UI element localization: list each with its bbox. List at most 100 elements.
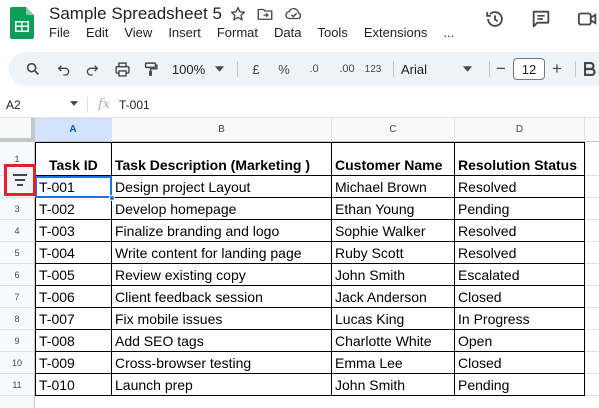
column-header-d[interactable]: D — [455, 118, 585, 142]
version-history-icon[interactable] — [484, 8, 506, 30]
empty-cell[interactable] — [585, 330, 599, 352]
name-box[interactable]: A2 — [6, 98, 21, 112]
zoom-select[interactable]: 100% — [169, 52, 227, 86]
row-header-8[interactable]: 8 — [0, 308, 35, 330]
menu-extensions[interactable]: Extensions — [364, 25, 428, 40]
table-cell[interactable]: Lucas King — [332, 308, 455, 330]
menu-tools[interactable]: Tools — [317, 25, 347, 40]
table-cell[interactable]: Resolved — [455, 220, 585, 242]
table-cell[interactable]: Sophie Walker — [332, 220, 455, 242]
table-cell[interactable]: Client feedback session — [112, 286, 332, 308]
table-cell[interactable]: T-003 — [35, 220, 112, 242]
table-cell[interactable]: Open — [455, 330, 585, 352]
table-cell[interactable]: Closed — [455, 286, 585, 308]
menu-data[interactable]: Data — [274, 25, 301, 40]
empty-cell[interactable] — [585, 286, 599, 308]
table-cell[interactable]: Design project Layout — [112, 176, 332, 198]
table-cell[interactable]: T-006 — [35, 286, 112, 308]
paint-format-icon[interactable] — [139, 52, 161, 86]
row-header-12[interactable] — [0, 396, 35, 408]
empty-cell[interactable] — [585, 242, 599, 264]
cloud-status-icon[interactable] — [284, 5, 302, 23]
row-header-5[interactable]: 5 — [0, 242, 35, 264]
row-header-11[interactable]: 11 — [0, 374, 35, 396]
select-all-corner[interactable] — [0, 118, 35, 142]
empty-cell[interactable] — [585, 198, 599, 220]
table-cell[interactable]: Fix mobile issues — [112, 308, 332, 330]
table-cell[interactable]: Escalated — [455, 264, 585, 286]
row-header-9[interactable]: 9 — [0, 330, 35, 352]
table-cell[interactable]: T-005 — [35, 264, 112, 286]
empty-cell[interactable] — [585, 142, 599, 176]
row-header-3[interactable]: 3 — [0, 198, 35, 220]
menu-insert[interactable]: Insert — [168, 25, 201, 40]
comments-icon[interactable] — [530, 8, 552, 30]
decrease-decimal-button[interactable]: .0 — [302, 52, 326, 86]
table-cell[interactable]: Develop homepage — [112, 198, 332, 220]
row-header-4[interactable]: 4 — [0, 220, 35, 242]
header-cell[interactable]: Resolution Status — [455, 142, 585, 176]
table-cell[interactable]: T-008 — [35, 330, 112, 352]
bold-icon[interactable] — [581, 52, 599, 86]
percent-format-button[interactable]: % — [274, 52, 294, 86]
table-cell[interactable]: Finalize branding and logo — [112, 220, 332, 242]
table-cell[interactable]: Add SEO tags — [112, 330, 332, 352]
empty-cell[interactable] — [585, 352, 599, 374]
empty-cell[interactable] — [585, 176, 599, 198]
move-folder-icon[interactable] — [256, 5, 274, 23]
menu-format[interactable]: Format — [217, 25, 258, 40]
table-cell[interactable]: Pending — [455, 374, 585, 396]
currency-format-button[interactable]: £ — [247, 52, 265, 86]
column-header-b[interactable]: B — [112, 118, 332, 142]
print-icon[interactable] — [111, 52, 133, 86]
name-box-chevron-down-icon[interactable] — [70, 101, 78, 106]
column-header-e[interactable] — [585, 118, 599, 142]
row-header-6[interactable]: 6 — [0, 264, 35, 286]
table-cell[interactable]: In Progress — [455, 308, 585, 330]
star-icon[interactable] — [229, 5, 247, 23]
table-cell[interactable]: Pending — [455, 198, 585, 220]
font-select[interactable]: Arial — [401, 52, 483, 86]
table-cell[interactable]: Charlotte White — [332, 330, 455, 352]
header-cell[interactable]: Task Description (Marketing ) — [112, 142, 332, 176]
menu-file[interactable]: File — [49, 25, 70, 40]
number-format-button[interactable]: 123 — [361, 52, 385, 86]
empty-cell[interactable] — [585, 308, 599, 330]
table-cell[interactable]: John Smith — [332, 264, 455, 286]
increase-decimal-button[interactable]: .00 — [333, 52, 361, 86]
header-cell[interactable]: Task ID — [35, 142, 112, 176]
redo-icon[interactable] — [82, 52, 102, 86]
table-cell[interactable]: T-004 — [35, 242, 112, 264]
search-menus-icon[interactable] — [23, 52, 43, 86]
decrease-font-size-button[interactable]: − — [493, 52, 509, 86]
menu-more[interactable]: ... — [443, 25, 454, 40]
table-cell[interactable]: Launch prep — [112, 374, 332, 396]
table-cell[interactable]: Ruby Scott — [332, 242, 455, 264]
menu-edit[interactable]: Edit — [86, 25, 108, 40]
document-title[interactable]: Sample Spreadsheet 5 — [49, 4, 222, 24]
table-cell[interactable]: Cross-browser testing — [112, 352, 332, 374]
column-header-c[interactable]: C — [332, 118, 455, 142]
sheets-logo-icon[interactable] — [10, 7, 34, 39]
table-cell[interactable]: T-002 — [35, 198, 112, 220]
empty-cell[interactable] — [585, 264, 599, 286]
empty-cell[interactable] — [585, 220, 599, 242]
empty-cell[interactable] — [585, 374, 599, 396]
table-cell[interactable]: Review existing copy — [112, 264, 332, 286]
formula-input[interactable]: T-001 — [119, 98, 150, 112]
font-size-input[interactable]: 12 — [513, 58, 545, 80]
filter-lines-icon[interactable] — [4, 164, 36, 196]
row-header-10[interactable]: 10 — [0, 352, 35, 374]
table-cell[interactable]: Write content for landing page — [112, 242, 332, 264]
meet-icon[interactable] — [577, 8, 599, 30]
table-cell[interactable]: Ethan Young — [332, 198, 455, 220]
table-cell[interactable]: Emma Lee — [332, 352, 455, 374]
table-cell[interactable]: T-009 — [35, 352, 112, 374]
table-cell[interactable]: John Smith — [332, 374, 455, 396]
table-cell[interactable]: Resolved — [455, 242, 585, 264]
table-cell[interactable]: Jack Anderson — [332, 286, 455, 308]
increase-font-size-button[interactable]: + — [549, 52, 565, 86]
undo-icon[interactable] — [54, 52, 74, 86]
table-cell[interactable]: T-007 — [35, 308, 112, 330]
header-cell[interactable]: Customer Name — [332, 142, 455, 176]
